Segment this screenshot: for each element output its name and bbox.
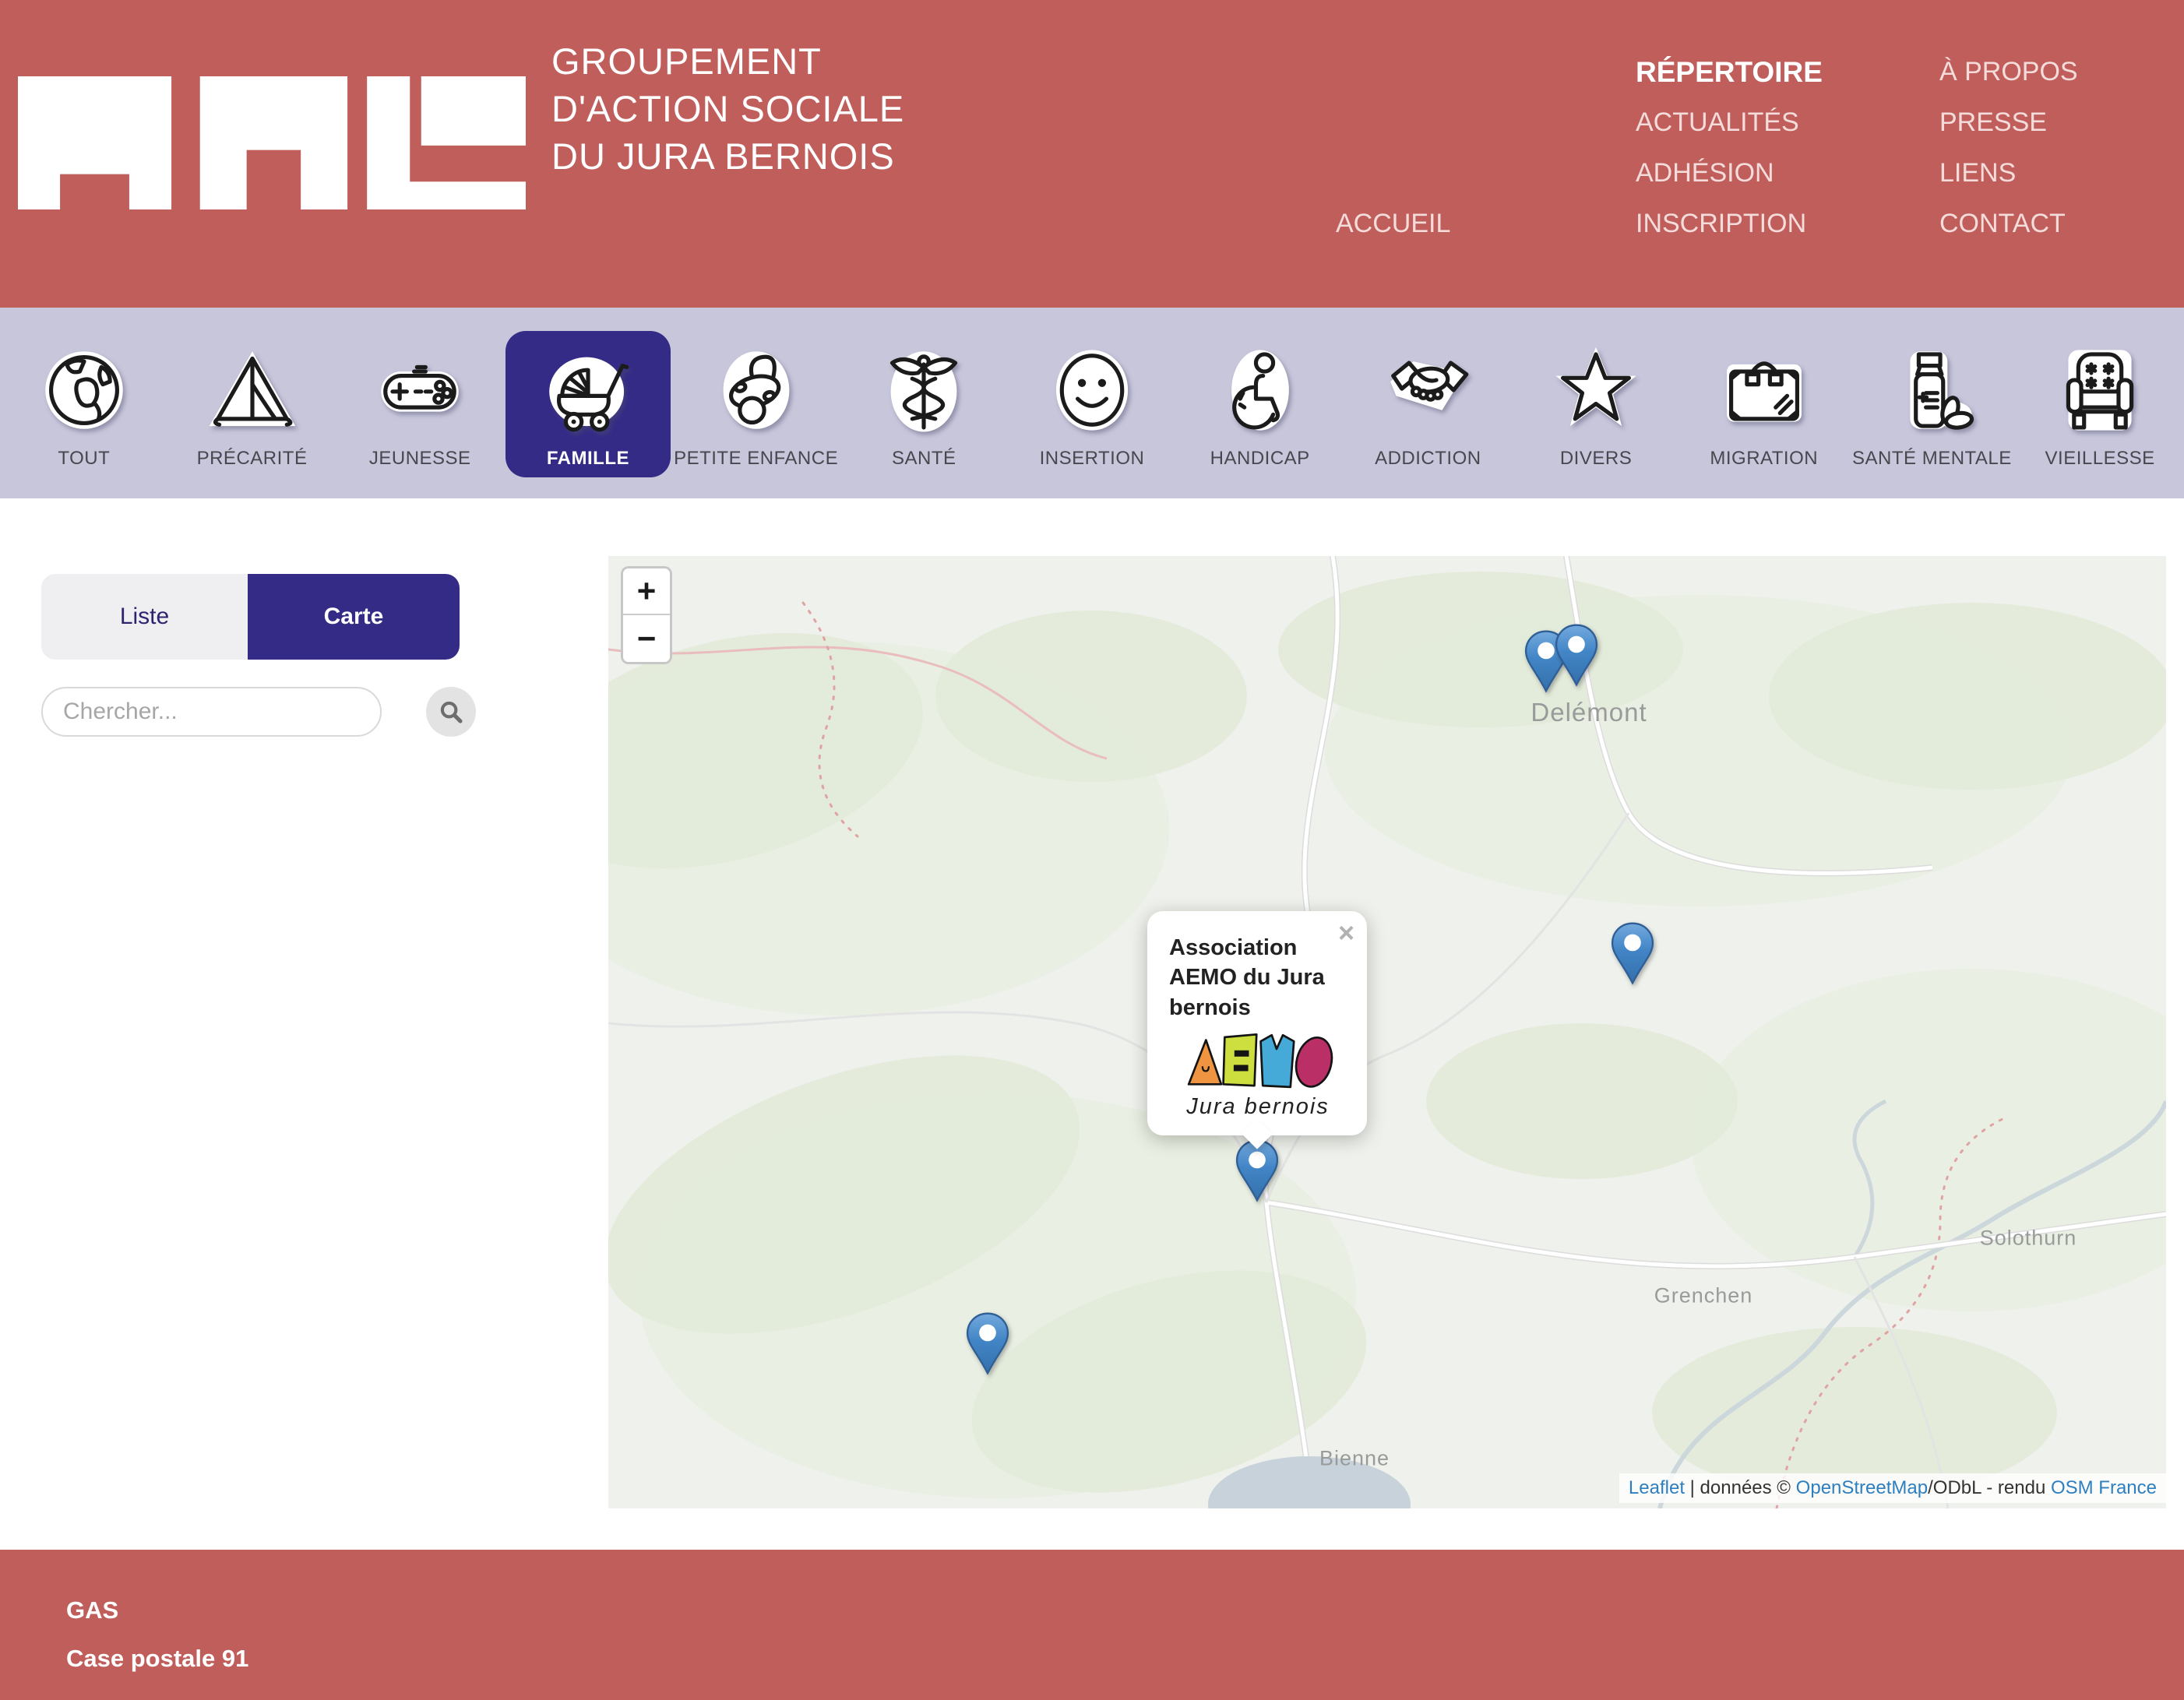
category-item-sante-mentale[interactable]: SANTÉ MENTALE [1848,308,2017,498]
category-item-addiction[interactable]: ADDICTION [1344,308,1513,498]
category-item-famille[interactable]: FAMILLE [504,308,672,498]
leaflet-map[interactable]: Delémont Solothurn Grenchen Bienne + − ×… [608,556,2166,1508]
map-marker[interactable] [1554,623,1599,687]
suitcase-icon [1717,343,1811,437]
leaflet-link[interactable]: Leaflet [1629,1477,1685,1498]
city-label-grenchen: Grenchen [1654,1284,1753,1308]
attribution-text: | données © [1685,1477,1796,1498]
nav-item-contact[interactable]: CONTACT [1939,199,2078,249]
search-button[interactable] [426,687,476,737]
map-tiles [608,556,2166,1508]
page-footer: GAS Case postale 91 [0,1550,2184,1700]
aemo-logo [1175,1030,1340,1093]
category-label: HANDICAP [1210,448,1310,470]
view-toggle: Liste Carte [41,574,460,660]
page-header: GROUPEMENT D'ACTION SOCIALE DU JURA BERN… [0,0,2184,308]
category-label: TOUT [58,448,110,470]
search-input[interactable] [41,687,382,737]
tab-liste[interactable]: Liste [41,574,248,660]
pacifier-icon [710,343,803,437]
nav-item-liens[interactable]: LIENS [1939,148,2078,199]
map-popup: × Association AEMO du Jura bernois Jura … [1147,911,1367,1145]
attribution-text: /ODbL - rendu [1928,1477,2051,1498]
popup-title[interactable]: Association AEMO du Jura bernois [1169,933,1333,1022]
pram-icon [541,343,635,437]
category-label: FAMILLE [547,448,629,470]
medicine-bottle-icon [1885,343,1978,437]
map-marker[interactable] [965,1311,1010,1375]
aemo-logo-subtext: Jura bernois [1169,1094,1347,1120]
category-item-migration[interactable]: MIGRATION [1680,308,1848,498]
wheelchair-icon [1214,343,1307,437]
category-label: JEUNESSE [369,448,471,470]
nav-item-adhesion[interactable]: ADHÉSION [1636,148,1823,199]
nav-item-presse[interactable]: PRESSE [1939,97,2078,148]
zoom-in-button[interactable]: + [623,568,670,615]
nav-column-accueil: ACCUEIL [1336,199,1450,249]
openstreetmap-link[interactable]: OpenStreetMap [1796,1477,1928,1498]
category-label: DIVERS [1560,448,1632,470]
category-label: PETITE ENFANCE [674,448,838,470]
map-attribution: Leaflet | données © OpenStreetMap/ODbL -… [1619,1473,2166,1503]
tent-icon [206,343,299,437]
site-title-line1: GROUPEMENT [551,37,904,85]
map-marker[interactable] [1610,921,1655,985]
gamepad-icon [373,343,467,437]
nav-item-accueil[interactable]: ACCUEIL [1336,199,1450,249]
category-label: VIEILLESSE [2045,448,2155,470]
osm-france-link[interactable]: OSM France [2051,1477,2157,1498]
category-item-tout[interactable]: TOUT [0,308,168,498]
category-item-jeunesse[interactable]: JEUNESSE [336,308,504,498]
site-title-line2: D'ACTION SOCIALE [551,85,904,132]
nav-item-repertoire[interactable]: RÉPERTOIRE [1636,47,1823,97]
nav-item-a-propos[interactable]: À PROPOS [1939,47,2078,97]
category-bar: TOUT PRÉCARITÉ JEUNESSE FAMILLE PETITE E… [0,308,2184,498]
nav-column-2: À PROPOS PRESSE LIENS CONTACT [1939,47,2078,249]
caduceus-icon [877,343,970,437]
handshake-icon [1381,343,1474,437]
globe-icon [37,343,131,437]
category-item-petite-enfance[interactable]: PETITE ENFANCE [672,308,840,498]
category-label: ADDICTION [1375,448,1481,470]
category-label: INSERTION [1040,448,1145,470]
site-title: GROUPEMENT D'ACTION SOCIALE DU JURA BERN… [551,37,904,180]
zoom-out-button[interactable]: − [623,615,670,662]
map-zoom-control: + − [621,566,672,664]
magnifier-icon [436,697,466,727]
category-item-divers[interactable]: DIVERS [1512,308,1680,498]
category-item-vieillesse[interactable]: VIEILLESSE [2016,308,2184,498]
city-label-delemont: Delémont [1531,698,1647,727]
category-label: PRÉCARITÉ [197,448,308,470]
site-title-line3: DU JURA BERNOIS [551,132,904,180]
city-label-bienne: Bienne [1319,1447,1390,1471]
tab-carte[interactable]: Carte [248,574,460,660]
category-label: MIGRATION [1710,448,1818,470]
popup-close-icon[interactable]: × [1338,919,1354,947]
star-icon [1549,343,1643,437]
category-label: SANTÉ MENTALE [1852,448,2012,470]
main-content: Liste Carte [0,498,2184,1550]
footer-address: Case postale 91 [66,1645,2184,1673]
category-label: SANTÉ [892,448,956,470]
city-label-solothurn: Solothurn [1980,1227,2077,1251]
nav-item-actualites[interactable]: ACTUALITÉS [1636,97,1823,148]
gas-logo[interactable] [18,74,526,212]
category-item-handicap[interactable]: HANDICAP [1176,308,1344,498]
armchair-icon [2053,343,2147,437]
category-item-sante[interactable]: SANTÉ [840,308,1008,498]
smiley-icon [1045,343,1139,437]
nav-item-inscription[interactable]: INSCRIPTION [1636,199,1823,249]
category-item-insertion[interactable]: INSERTION [1008,308,1176,498]
category-item-precarite[interactable]: PRÉCARITÉ [168,308,336,498]
footer-org-name: GAS [66,1596,2184,1624]
nav-column-1: RÉPERTOIRE ACTUALITÉS ADHÉSION INSCRIPTI… [1636,47,1823,249]
